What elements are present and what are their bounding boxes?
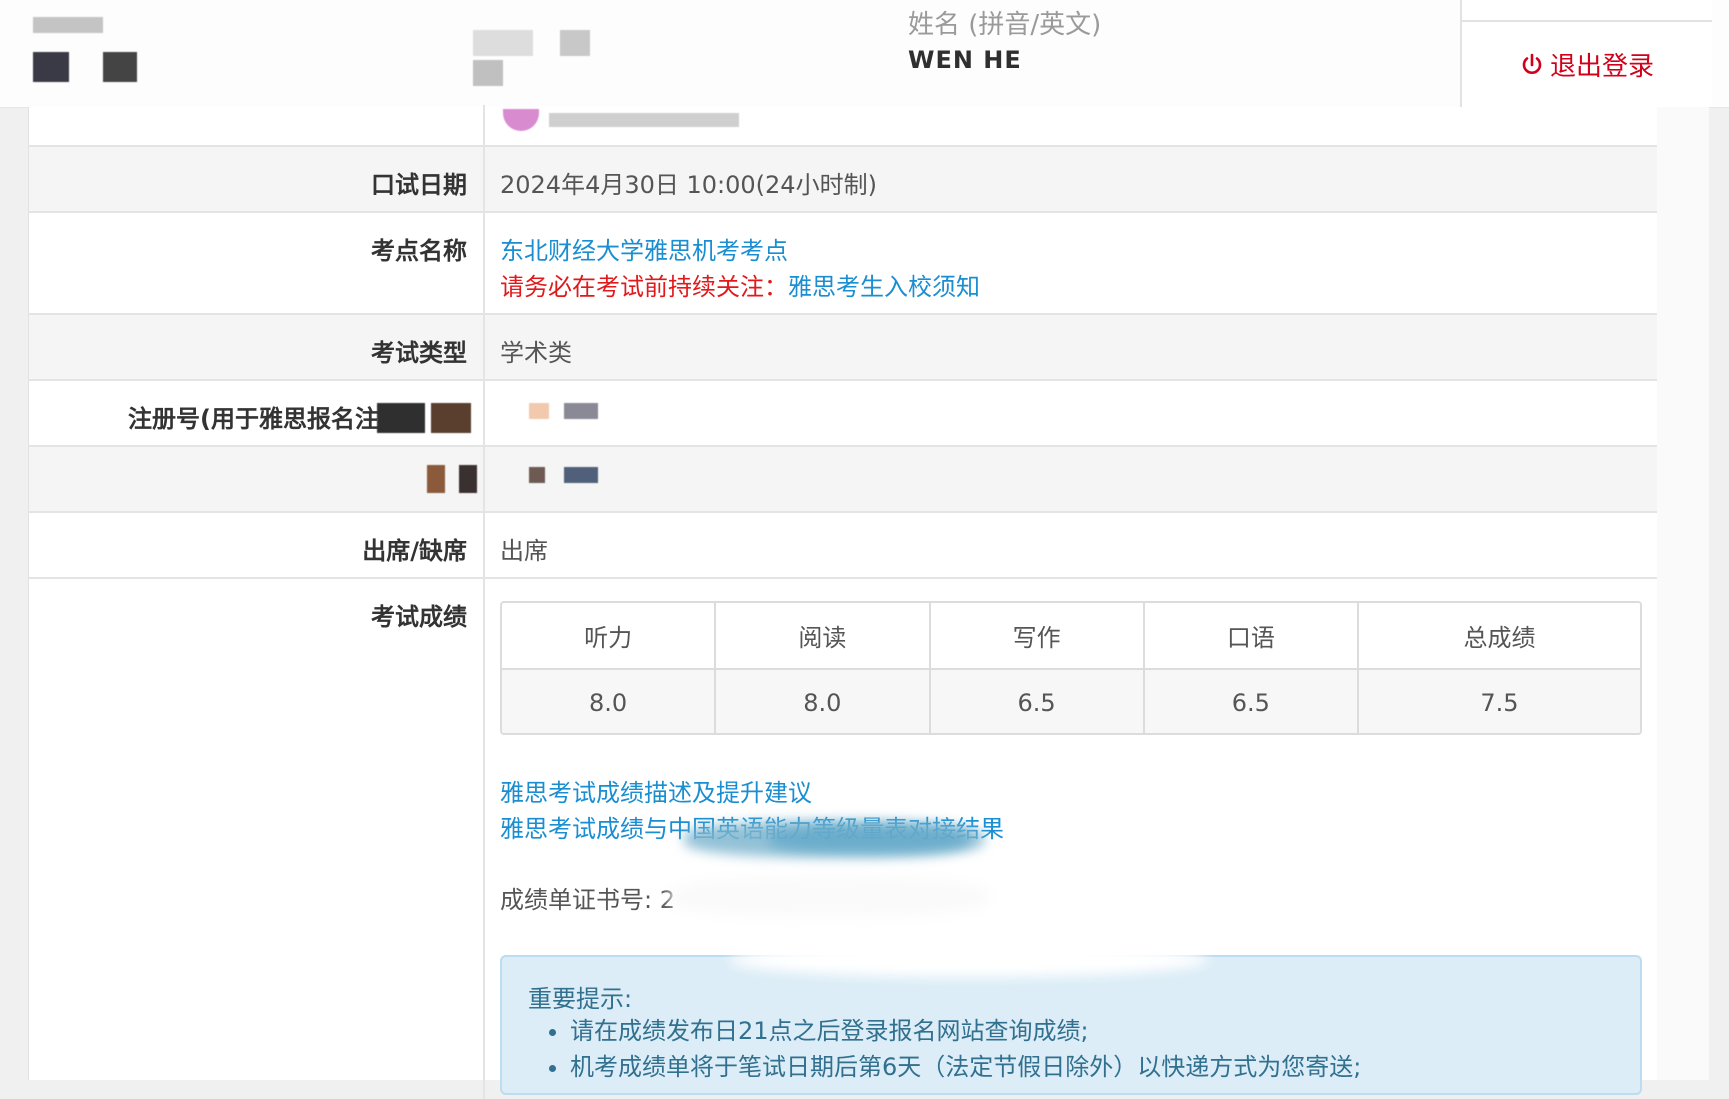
venue-notice: 请务必在考试前持续关注：雅思考生入校须知 <box>500 267 980 302</box>
redaction-blob-4 <box>729 943 1209 977</box>
row-venue: 考点名称 东北财经大学雅思机考考点 请务必在考试前持续关注：雅思考生入校须知 <box>29 213 1657 315</box>
redaction-blob-2 <box>769 825 969 853</box>
redacted-value <box>529 467 545 483</box>
row-label-cell <box>29 447 485 511</box>
redacted-reg-value <box>529 403 549 419</box>
header-listening: 听力 <box>502 603 717 668</box>
row-oral-type <box>29 105 1657 147</box>
redacted-value <box>503 109 539 131</box>
row-label-cell: 考试类型 <box>29 315 485 379</box>
redacted-label-tail <box>377 403 425 433</box>
top-header: 姓名 (拼音/英文) WEN HE 退出登录 <box>0 0 1729 108</box>
notice-list: 请在成绩发布日21点之后登录报名网站查询成绩; 机考成绩单将于笔试日期后第6天（… <box>546 1013 1361 1085</box>
power-icon <box>1520 53 1544 77</box>
row-oral-date: 口试日期 2024年4月30日 10:00(24小时制) <box>29 147 1657 213</box>
score-description-link[interactable]: 雅思考试成绩描述及提升建议 <box>500 775 1004 811</box>
redacted-label <box>427 465 445 493</box>
redacted-label-tail-2 <box>431 403 471 433</box>
row-label-cell <box>29 105 485 145</box>
score-speaking: 6.5 <box>1145 670 1359 733</box>
exam-type-value: 学术类 <box>500 339 572 367</box>
header-redacted-3 <box>473 60 503 86</box>
score-value-row: 8.0 8.0 6.5 6.5 7.5 <box>502 670 1640 733</box>
header-writing: 写作 <box>931 603 1145 668</box>
redacted-label-2 <box>459 465 477 493</box>
redaction-blob-3 <box>669 877 989 917</box>
venue-link[interactable]: 东北财经大学雅思机考考点 <box>500 231 788 266</box>
score-overall: 7.5 <box>1480 688 1519 717</box>
redacted-reg-value-2 <box>564 403 598 419</box>
certificate-number: 成绩单证书号: 2 <box>500 886 675 914</box>
header-overall: 总成绩 <box>1463 624 1536 652</box>
name-value: WEN HE <box>908 46 1022 74</box>
attendance-value: 出席 <box>500 537 548 565</box>
header-reading: 阅读 <box>716 603 931 668</box>
score-reading: 8.0 <box>716 670 931 733</box>
venue-label: 考点名称 <box>371 237 467 265</box>
row-label-cell: 出席/缺席 <box>29 513 485 577</box>
redacted-value-2 <box>549 113 739 127</box>
important-notice: 重要提示: 请在成绩发布日21点之后登录报名网站查询成绩; 机考成绩单将于笔试日… <box>500 955 1642 1095</box>
score-writing: 6.5 <box>931 670 1145 733</box>
notice-title: 重要提示: <box>528 985 633 1013</box>
header-right-cell <box>1460 0 1712 22</box>
row-label-cell: 考试成绩 <box>29 579 485 1099</box>
logo-redacted-2 <box>33 52 69 82</box>
venue-notice-prefix: 请务必在考试前持续关注： <box>500 273 788 301</box>
score-table: 听力 阅读 写作 口语 总成绩 8.0 8.0 6.5 6.5 7.5 <box>500 601 1642 735</box>
score-listening: 8.0 <box>502 670 717 733</box>
exam-type-label: 考试类型 <box>371 339 467 367</box>
redacted-value-2 <box>564 467 598 483</box>
oral-date-value: 2024年4月30日 10:00(24小时制) <box>500 171 877 199</box>
score-header-row: 听力 阅读 写作 口语 总成绩 <box>502 603 1640 670</box>
logout-label: 退出登录 <box>1549 52 1654 82</box>
page-gutter <box>1657 107 1709 1080</box>
logo-redacted <box>33 17 103 33</box>
details-panel: 口试日期 2024年4月30日 10:00(24小时制) 考点名称 东北财经大学… <box>28 105 1658 1099</box>
scores-label: 考试成绩 <box>371 603 467 631</box>
logo-redacted-3 <box>103 52 137 82</box>
campus-notice-link[interactable]: 雅思考生入校须知 <box>788 273 980 301</box>
row-label-cell: 口试日期 <box>29 147 485 211</box>
row-attendance: 出席/缺席 出席 <box>29 513 1657 579</box>
oral-date-label: 口试日期 <box>371 171 467 199</box>
name-label: 姓名 (拼音/英文) <box>908 10 1102 40</box>
row-label-cell: 考点名称 <box>29 213 485 313</box>
row-registration: 注册号(用于雅思报名注册 <box>29 381 1657 447</box>
row-exam-type: 考试类型 学术类 <box>29 315 1657 381</box>
attendance-label: 出席/缺席 <box>362 537 467 565</box>
header-speaking: 口语 <box>1145 603 1359 668</box>
notice-item: 请在成绩发布日21点之后登录报名网站查询成绩; <box>570 1013 1361 1049</box>
row-redacted <box>29 447 1657 513</box>
logout-button[interactable]: 退出登录 <box>1460 22 1712 107</box>
header-redacted <box>473 30 533 56</box>
registration-label: 注册号(用于雅思报名注册 <box>128 405 403 433</box>
header-redacted-2 <box>560 30 590 56</box>
